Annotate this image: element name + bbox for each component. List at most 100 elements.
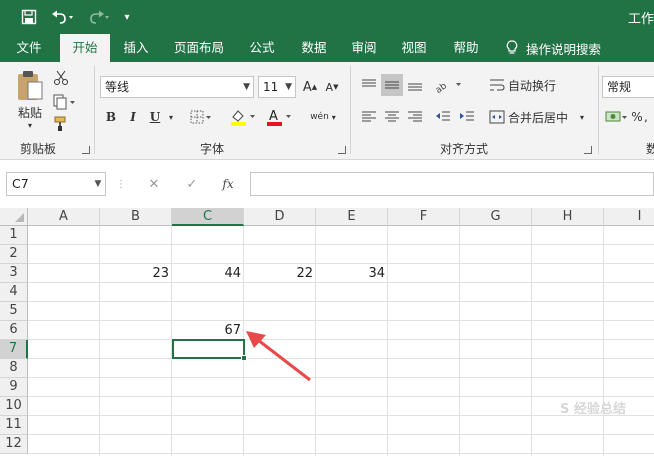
select-all-button[interactable] xyxy=(0,208,28,226)
bold-button[interactable]: B xyxy=(102,106,120,128)
tab-review[interactable]: 审阅 xyxy=(342,34,386,62)
decrease-indent-icon[interactable] xyxy=(432,106,454,128)
align-top-icon[interactable] xyxy=(358,74,380,96)
undo-icon[interactable] xyxy=(48,7,76,27)
chevron-down-icon: ▼ xyxy=(243,82,250,92)
gridline xyxy=(28,396,654,397)
font-launcher-icon[interactable] xyxy=(338,146,346,154)
increase-indent-icon[interactable] xyxy=(456,106,478,128)
comma-style-icon[interactable]: , xyxy=(644,106,654,128)
align-center-icon[interactable] xyxy=(381,106,403,128)
gridline xyxy=(531,226,532,456)
tab-file[interactable]: 文件 xyxy=(6,34,52,62)
phonetic-guide-icon[interactable]: wén ▾ xyxy=(306,106,340,128)
customize-qat-icon[interactable]: ▾ xyxy=(120,7,134,27)
underline-button[interactable]: U xyxy=(146,106,164,128)
row-header-5[interactable]: 5 xyxy=(0,302,28,321)
gridline xyxy=(459,226,460,456)
column-header-g[interactable]: G xyxy=(460,208,532,226)
wrap-text-button[interactable]: 自动换行 xyxy=(508,74,560,96)
row-header-10[interactable]: 10 xyxy=(0,397,28,416)
tab-insert[interactable]: 插入 xyxy=(114,34,158,62)
column-header-h[interactable]: H xyxy=(532,208,604,226)
font-size-select[interactable]: 11 ▼ xyxy=(258,76,296,98)
grip-icon: ⋮ xyxy=(116,178,126,190)
row-header-12[interactable]: 12 xyxy=(0,435,28,454)
borders-icon[interactable] xyxy=(188,106,214,128)
ribbon-home: 粘贴 ▾ 剪贴板 等线 ▼ 11 ▼ A ▲ A ▼ B I U ▾ A wén ▾ … xyxy=(0,62,654,160)
column-header-d[interactable]: D xyxy=(244,208,316,226)
cut-icon[interactable] xyxy=(50,68,72,88)
tab-formulas[interactable]: 公式 xyxy=(240,34,284,62)
tab-view[interactable]: 视图 xyxy=(392,34,436,62)
copy-icon[interactable] xyxy=(50,92,80,112)
decrease-font-size-icon[interactable]: A ▼ xyxy=(322,76,342,98)
tab-help[interactable]: 帮助 xyxy=(444,34,488,62)
tab-home[interactable]: 开始 xyxy=(60,34,110,62)
gridline xyxy=(387,226,388,456)
column-header-b[interactable]: B xyxy=(100,208,172,226)
align-middle-icon[interactable] xyxy=(381,74,403,96)
row-header-3[interactable]: 3 xyxy=(0,264,28,283)
gridline xyxy=(99,226,100,456)
cell-c3[interactable]: 44 xyxy=(172,264,244,283)
paste-button[interactable]: 粘贴 xyxy=(12,104,48,120)
enter-icon[interactable]: ✓ xyxy=(180,172,204,196)
fill-color-icon[interactable] xyxy=(228,106,258,128)
insert-function-icon[interactable]: fx xyxy=(216,172,240,196)
gridline xyxy=(28,434,654,435)
cell-e3[interactable]: 34 xyxy=(316,264,388,283)
cell-c6[interactable]: 67 xyxy=(172,321,244,340)
column-header-c[interactable]: C xyxy=(172,208,244,226)
orientation-icon[interactable]: ab xyxy=(432,74,466,96)
group-label-alignment: 对齐方式 xyxy=(440,142,489,156)
row-header-4[interactable]: 4 xyxy=(0,283,28,302)
redo-icon[interactable] xyxy=(84,7,112,27)
chevron-down-icon[interactable]: ▾ xyxy=(166,106,176,128)
wrap-text-icon[interactable] xyxy=(486,74,508,96)
row-header-11[interactable]: 11 xyxy=(0,416,28,435)
column-header-a[interactable]: A xyxy=(28,208,100,226)
divider xyxy=(598,66,599,154)
increase-font-size-icon[interactable]: A ▲ xyxy=(300,76,320,98)
row-header-2[interactable]: 2 xyxy=(0,245,28,264)
percent-style-icon[interactable]: % xyxy=(630,106,644,128)
alignment-launcher-icon[interactable] xyxy=(584,146,592,154)
italic-button[interactable]: I xyxy=(124,106,142,128)
cancel-icon[interactable]: ✕ xyxy=(142,172,166,196)
accounting-format-icon[interactable] xyxy=(604,106,630,128)
paste-dropdown-icon[interactable]: ▾ xyxy=(22,120,38,130)
number-format-select[interactable]: 常规 xyxy=(602,76,654,98)
cell-b3[interactable]: 23 xyxy=(100,264,172,283)
cell-d3[interactable]: 22 xyxy=(244,264,316,283)
row-header-7[interactable]: 7 xyxy=(0,340,28,359)
paste-icon[interactable] xyxy=(12,68,48,104)
font-name-select[interactable]: 等线 ▼ xyxy=(100,76,254,98)
tell-me-search[interactable]: 操作说明搜索 xyxy=(506,34,601,62)
merge-center-button[interactable]: 合并后居中 xyxy=(508,106,574,128)
save-icon[interactable] xyxy=(18,7,40,27)
row-header-1[interactable]: 1 xyxy=(0,226,28,245)
gridline xyxy=(28,453,654,454)
column-header-i[interactable]: I xyxy=(604,208,654,226)
gridline xyxy=(28,358,654,359)
align-bottom-icon[interactable] xyxy=(404,74,426,96)
align-left-icon[interactable] xyxy=(358,106,380,128)
name-box-value: C7 xyxy=(12,176,29,191)
align-right-icon[interactable] xyxy=(404,106,426,128)
format-painter-icon[interactable] xyxy=(50,114,72,134)
font-color-icon[interactable]: A xyxy=(264,106,294,128)
merge-center-icon[interactable] xyxy=(486,106,508,128)
row-header-8[interactable]: 8 xyxy=(0,359,28,378)
column-header-e[interactable]: E xyxy=(316,208,388,226)
row-header-6[interactable]: 6 xyxy=(0,321,28,340)
chevron-down-icon[interactable]: ▼ xyxy=(90,172,106,196)
tab-data[interactable]: 数据 xyxy=(292,34,336,62)
row-header-9[interactable]: 9 xyxy=(0,378,28,397)
formula-input[interactable] xyxy=(250,172,654,196)
clipboard-launcher-icon[interactable] xyxy=(82,146,90,154)
tab-page-layout[interactable]: 页面布局 xyxy=(166,34,232,62)
chevron-down-icon[interactable]: ▾ xyxy=(576,106,588,128)
column-header-f[interactable]: F xyxy=(388,208,460,226)
active-cell-c7[interactable] xyxy=(172,339,245,359)
